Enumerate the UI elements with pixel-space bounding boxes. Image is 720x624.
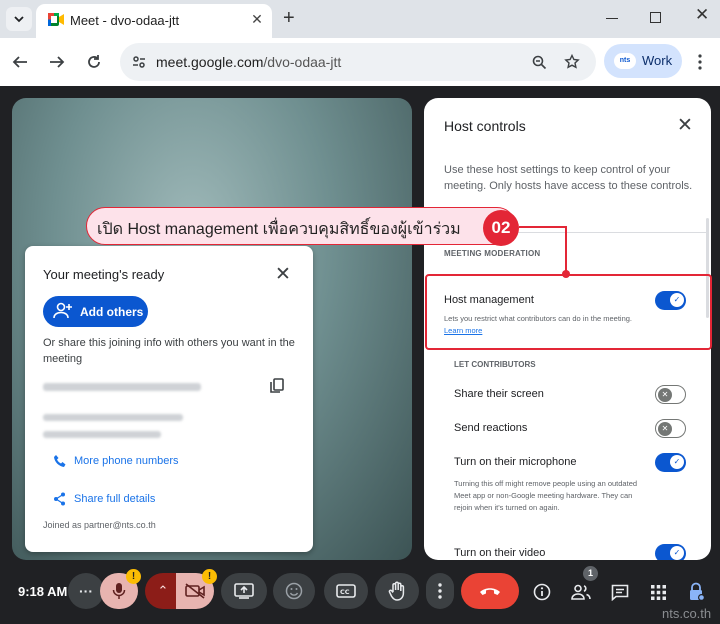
section-let-contributors: LET CONTRIBUTORS	[454, 360, 536, 369]
url-text: meet.google.com/dvo-odaa-jtt	[156, 54, 341, 70]
activities-grid-icon[interactable]	[651, 585, 666, 600]
add-others-label: Add others	[80, 305, 144, 319]
more-vert-icon	[438, 583, 442, 599]
share-icon	[54, 492, 65, 506]
reactions-button[interactable]	[273, 573, 315, 609]
site-settings-icon[interactable]	[132, 55, 146, 69]
close-icon[interactable]: ✕	[248, 11, 266, 28]
new-tab-plus-icon[interactable]: +	[283, 7, 295, 30]
annotation-callout: เปิด Host management เพื่อควบคุมสิทธิ์ขอ…	[86, 207, 516, 245]
profile-button[interactable]: nts Work	[604, 44, 682, 78]
minimize-icon[interactable]	[606, 18, 618, 19]
watermark: nts.co.th	[662, 606, 712, 621]
close-icon[interactable]: ✕	[677, 114, 693, 137]
panel-description: Use these host settings to keep control …	[444, 164, 693, 192]
chevron-up-icon: ⌃	[157, 583, 169, 598]
present-icon	[234, 583, 254, 599]
url-host: meet.google.com	[156, 54, 264, 70]
phone-icon	[54, 455, 66, 467]
more-horiz-icon: ···	[79, 583, 93, 599]
step-badge: 02	[483, 210, 519, 246]
mic-off-icon	[112, 583, 126, 599]
call-end-icon	[480, 588, 500, 595]
video-toggle[interactable]: ✓	[655, 544, 686, 560]
send-reactions-toggle[interactable]: ✕	[655, 419, 686, 438]
x-icon: ✕	[658, 421, 672, 436]
address-bar[interactable]: meet.google.com/dvo-odaa-jtt	[120, 43, 596, 81]
people-icon[interactable]	[571, 584, 591, 600]
microphone-description: Turning this off might remove people usi…	[454, 479, 638, 512]
annotation-text: เปิด Host management เพื่อควบคุมสิทธิ์ขอ…	[97, 221, 461, 238]
person-add-icon	[53, 302, 72, 319]
send-reactions-label: Send reactions	[454, 422, 528, 434]
connector-line	[519, 226, 566, 228]
microphone-label: Turn on their microphone	[454, 456, 577, 468]
browser-toolbar: meet.google.com/dvo-odaa-jtt nts Work	[0, 38, 720, 86]
highlight-box	[425, 274, 712, 350]
zoom-icon[interactable]	[532, 55, 547, 70]
more-vert-icon[interactable]	[698, 54, 702, 70]
present-screen-button[interactable]	[221, 573, 267, 609]
share-screen-toggle[interactable]: ✕	[655, 385, 686, 404]
connector-dot	[562, 270, 570, 278]
dial-in-redacted	[43, 414, 183, 421]
chat-icon[interactable]	[611, 584, 629, 601]
share-screen-label: Share their screen	[454, 388, 544, 400]
raise-hand-button[interactable]	[375, 573, 419, 609]
google-meet-icon	[48, 13, 64, 26]
people-count-badge: 1	[583, 566, 598, 581]
card-title: Your meeting's ready	[43, 267, 165, 282]
meeting-time: 9:18 AM	[18, 584, 68, 599]
meeting-details-icon[interactable]	[533, 583, 551, 601]
bookmark-star-icon[interactable]	[564, 54, 580, 70]
more-options-button[interactable]	[426, 573, 454, 609]
window-close-icon[interactable]: ✕	[695, 5, 709, 25]
profile-avatar: nts	[614, 53, 636, 69]
check-icon: ✓	[670, 546, 684, 560]
chevron-down-icon	[14, 15, 24, 22]
meeting-link-redacted	[43, 383, 201, 391]
forward-arrow-icon[interactable]	[49, 54, 65, 70]
meeting-ready-card: Your meeting's ready ✕ Add others Or sha…	[25, 246, 313, 552]
pin-redacted	[43, 431, 161, 438]
section-meeting-moderation: MEETING MODERATION	[444, 249, 541, 258]
closed-caption-icon: CC	[336, 584, 356, 598]
back-arrow-icon[interactable]	[12, 54, 28, 70]
host-controls-lock-icon[interactable]	[688, 582, 706, 602]
emoji-icon	[285, 582, 303, 600]
reload-icon[interactable]	[86, 54, 102, 70]
maximize-icon[interactable]	[650, 12, 661, 23]
more-phone-numbers-link[interactable]: More phone numbers	[74, 455, 179, 467]
connector-line	[565, 226, 567, 272]
tab-strip: Meet - dvo-odaa-jtt ✕ + ✕	[0, 0, 720, 38]
share-instructions: Or share this joining info with others y…	[43, 337, 295, 365]
close-icon[interactable]: ✕	[275, 263, 291, 286]
x-icon: ✕	[658, 387, 672, 402]
profile-label: Work	[642, 53, 673, 68]
check-icon: ✓	[670, 455, 684, 469]
microphone-toggle[interactable]: ✓	[655, 453, 686, 472]
svg-text:CC: CC	[340, 588, 350, 596]
leave-call-button[interactable]	[461, 573, 519, 609]
joined-as-text: Joined as partner@nts.co.th	[43, 520, 156, 530]
captions-button[interactable]: CC	[324, 573, 368, 609]
mic-warning-badge: !	[126, 569, 141, 584]
more-options-left-button[interactable]: ···	[68, 573, 104, 609]
share-full-details-link[interactable]: Share full details	[74, 493, 155, 505]
tab-title: Meet - dvo-odaa-jtt	[70, 13, 180, 28]
add-others-button[interactable]: Add others	[43, 296, 148, 327]
copy-icon[interactable]	[269, 378, 285, 394]
video-label: Turn on their video	[454, 547, 546, 559]
hand-icon	[388, 581, 405, 601]
tab-search-button[interactable]	[6, 7, 32, 31]
browser-tab[interactable]: Meet - dvo-odaa-jtt ✕	[36, 4, 272, 38]
url-path: /dvo-odaa-jtt	[263, 54, 342, 70]
panel-title: Host controls	[444, 118, 526, 134]
camera-warning-badge: !	[202, 569, 217, 584]
videocam-off-icon	[185, 583, 205, 599]
